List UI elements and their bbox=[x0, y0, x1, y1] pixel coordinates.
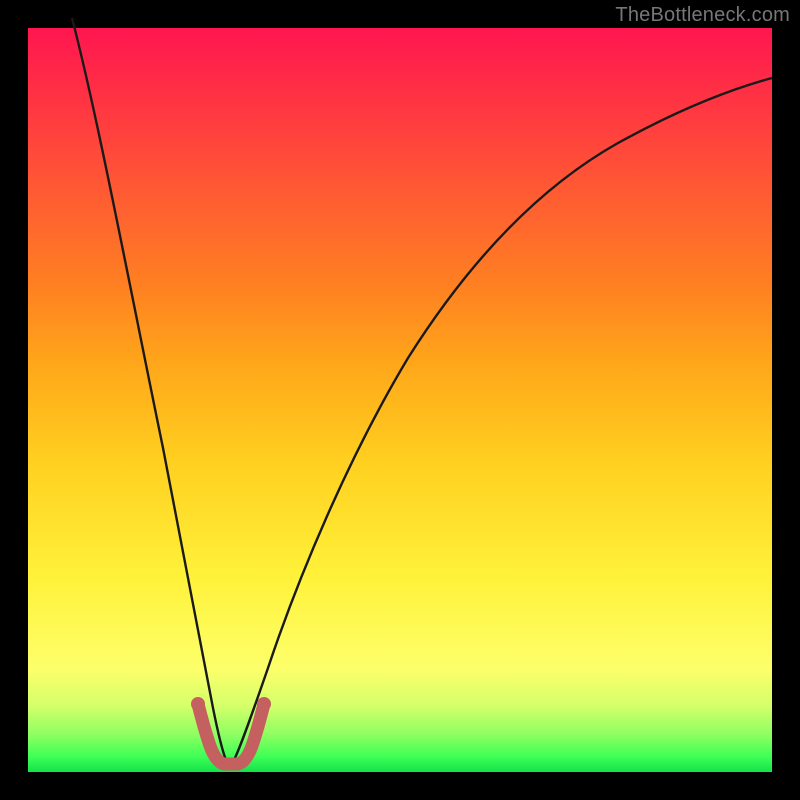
chart-frame: TheBottleneck.com bbox=[0, 0, 800, 800]
chart-plot-area bbox=[28, 28, 772, 772]
optimal-marker bbox=[198, 704, 264, 764]
chart-svg bbox=[28, 28, 772, 772]
bottleneck-curve bbox=[72, 18, 772, 760]
attribution-text: TheBottleneck.com bbox=[615, 4, 790, 27]
marker-dot-left bbox=[191, 697, 205, 711]
marker-dot-right bbox=[257, 697, 271, 711]
